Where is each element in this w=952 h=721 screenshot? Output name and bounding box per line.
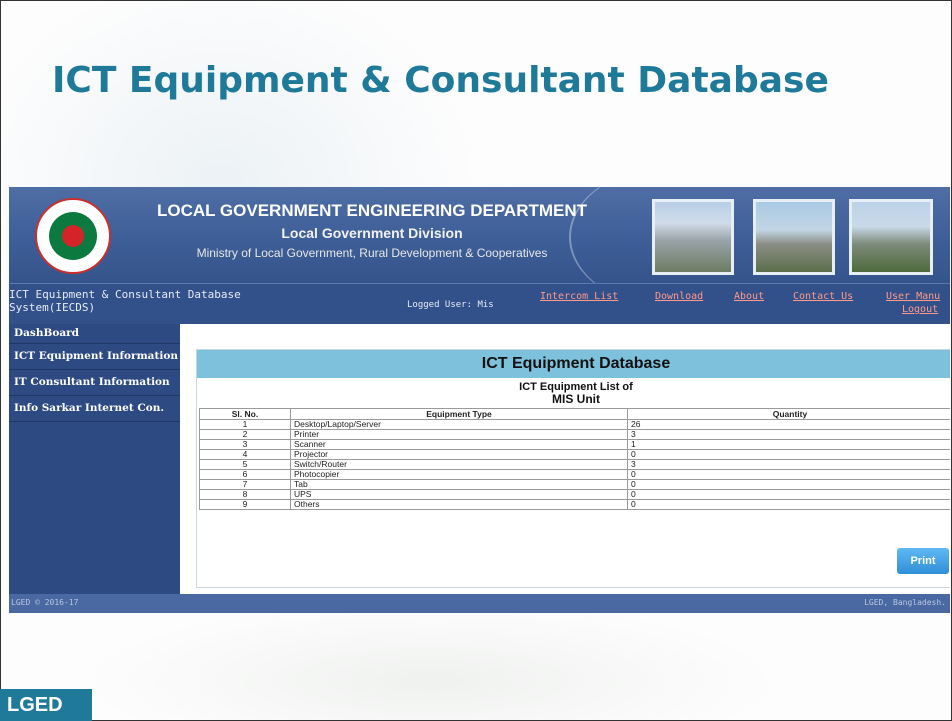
- header-banner: LOCAL GOVERNMENT ENGINEERING DEPARTMENT …: [9, 187, 950, 307]
- system-title: ICT Equipment & Consultant Database Syst…: [9, 288, 241, 314]
- column-header: Equipment Type: [290, 408, 628, 420]
- user-manual-link[interactable]: User Manu: [886, 291, 940, 302]
- table-cell: Others: [290, 499, 628, 510]
- sidebar-item-dashboard[interactable]: DashBoard: [9, 324, 180, 344]
- download-link[interactable]: Download: [655, 291, 703, 302]
- table-row: 2 Printer 3: [199, 429, 950, 440]
- organization-text: LGED, Bangladesh.: [864, 598, 946, 607]
- division-name: Local Government Division: [281, 225, 463, 241]
- sidebar: DashBoard ICT Equipment Information IT C…: [9, 324, 180, 594]
- ministry-name: Ministry of Local Government, Rural Deve…: [196, 246, 548, 260]
- contact-us-link[interactable]: Contact Us: [793, 291, 853, 302]
- table-cell: Projector: [290, 449, 628, 460]
- table-cell: 8: [199, 489, 291, 500]
- table-row: 8 UPS 0: [199, 489, 950, 500]
- print-button[interactable]: Print: [897, 548, 949, 574]
- table-cell: 2: [199, 429, 291, 440]
- logged-user-label: Logged User: Mis: [407, 300, 494, 310]
- table-cell: 0: [627, 479, 950, 490]
- table-cell: 3: [627, 429, 950, 440]
- table-cell: Scanner: [290, 439, 628, 450]
- table-row: 4 Projector 0: [199, 449, 950, 460]
- table-cell: 26: [627, 419, 950, 430]
- table-cell: 0: [627, 499, 950, 510]
- table-cell: 1: [199, 419, 291, 430]
- table-cell: 0: [627, 469, 950, 480]
- equipment-panel: ICT Equipment Database ICT Equipment Lis…: [196, 349, 950, 588]
- building-photo: [652, 199, 734, 275]
- table-cell: Switch/Router: [290, 459, 628, 470]
- government-seal-logo: [35, 198, 111, 274]
- table-cell: 9: [199, 499, 291, 510]
- table-cell: 3: [199, 439, 291, 450]
- table-cell: 4: [199, 449, 291, 460]
- table-row: 5 Switch/Router 3: [199, 459, 950, 470]
- table-row: 3 Scanner 1: [199, 439, 950, 450]
- table-cell: 5: [199, 459, 291, 470]
- table-row: 1 Desktop/Laptop/Server 26: [199, 419, 950, 430]
- column-header: Sl. No.: [199, 408, 291, 420]
- seal-green-icon: [49, 212, 97, 260]
- road-photo: [753, 199, 835, 275]
- table-row: 9 Others 0: [199, 499, 950, 510]
- table-cell: 0: [627, 449, 950, 460]
- app-footer: LGED © 2016-17 LGED, Bangladesh.: [9, 594, 950, 613]
- equipment-table: Sl. No. Equipment Type Quantity 1 Desktop…: [199, 408, 950, 510]
- unit-name: MIS Unit: [552, 392, 600, 406]
- table-cell: Desktop/Laptop/Server: [290, 419, 628, 430]
- table-cell: 3: [627, 459, 950, 470]
- table-cell: Printer: [290, 429, 628, 440]
- panel-heading: ICT Equipment Database: [197, 350, 950, 378]
- logout-link[interactable]: Logout: [902, 304, 938, 315]
- table-row: 6 Photocopier 0: [199, 469, 950, 480]
- table-header-row: Sl. No. Equipment Type Quantity: [199, 408, 950, 420]
- sidebar-item-ict-equipment[interactable]: ICT Equipment Information: [9, 344, 180, 370]
- slide-title: ICT Equipment & Consultant Database: [52, 60, 829, 101]
- table-cell: 1: [627, 439, 950, 450]
- column-header: Quantity: [627, 408, 950, 420]
- table-cell: 7: [199, 479, 291, 490]
- department-name: LOCAL GOVERNMENT ENGINEERING DEPARTMENT: [156, 201, 588, 220]
- copyright-text: LGED © 2016-17: [11, 598, 79, 607]
- bridge-photo: [849, 199, 933, 275]
- intercom-list-link[interactable]: Intercom List: [540, 291, 618, 302]
- sidebar-item-info-sarkar[interactable]: Info Sarkar Internet Con.: [9, 396, 180, 422]
- sidebar-item-it-consultant[interactable]: IT Consultant Information: [9, 370, 180, 396]
- app-screenshot: LOCAL GOVERNMENT ENGINEERING DEPARTMENT …: [9, 187, 950, 613]
- table-cell: Tab: [290, 479, 628, 490]
- table-row: 7 Tab 0: [199, 479, 950, 490]
- main-content: ICT Equipment Database ICT Equipment Lis…: [180, 324, 950, 594]
- table-cell: UPS: [290, 489, 628, 500]
- table-cell: Photocopier: [290, 469, 628, 480]
- top-navbar: ICT Equipment & Consultant Database Syst…: [9, 283, 950, 324]
- about-link[interactable]: About: [734, 291, 764, 302]
- table-cell: 0: [627, 489, 950, 500]
- table-cell: 6: [199, 469, 291, 480]
- seal-map-icon: [62, 225, 84, 247]
- lged-footer-label: LGED: [0, 689, 92, 721]
